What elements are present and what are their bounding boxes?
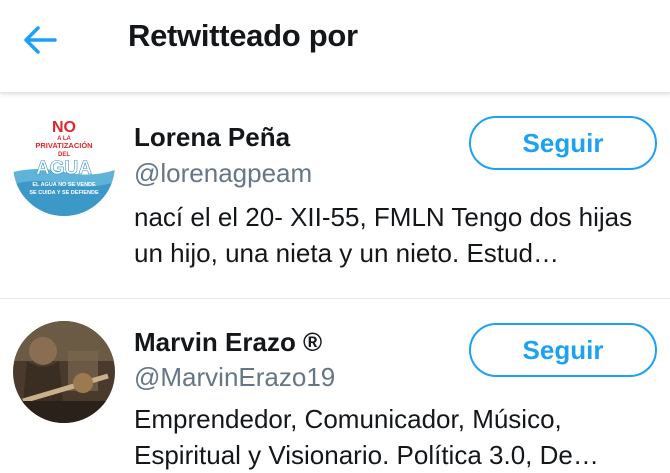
back-button[interactable] (20, 22, 60, 58)
user-handle[interactable]: @MarvinErazo19 (134, 362, 335, 393)
svg-text:EL AGUA NO SE VENDE: EL AGUA NO SE VENDE (32, 182, 96, 188)
follow-button[interactable]: Seguir (469, 116, 657, 170)
user-handle[interactable]: @lorenagpeam (134, 158, 312, 189)
avatar[interactable] (13, 321, 115, 423)
follow-button[interactable]: Seguir (469, 323, 657, 377)
avatar-image: NO A LA PRIVATIZACIÓN DEL AGUA EL AGUA N… (13, 114, 115, 216)
avatar-image (13, 321, 115, 423)
user-list-item[interactable]: NO A LA PRIVATIZACIÓN DEL AGUA EL AGUA N… (0, 94, 670, 299)
svg-text:NO: NO (52, 119, 76, 136)
user-name[interactable]: Marvin Erazo ® (134, 327, 322, 358)
svg-text:SE CUIDA Y SE DEFIENDE: SE CUIDA Y SE DEFIENDE (29, 190, 99, 196)
avatar[interactable]: NO A LA PRIVATIZACIÓN DEL AGUA EL AGUA N… (13, 114, 115, 216)
svg-text:PRIVATIZACIÓN: PRIVATIZACIÓN (35, 141, 92, 150)
top-bar: Retwitteado por (0, 0, 670, 93)
user-list-item[interactable]: Marvin Erazo ® @MarvinErazo19 Emprendedo… (0, 299, 670, 470)
user-bio: Emprendedor, Comunicador, Músico, Espiri… (134, 404, 599, 470)
svg-text:AGUA: AGUA (36, 158, 92, 179)
user-name[interactable]: Lorena Peña (134, 122, 290, 153)
page-title: Retwitteado por (128, 18, 358, 53)
arrow-left-icon (24, 26, 57, 54)
user-bio: nací el el 20- XII-55, FMLN Tengo dos hi… (134, 202, 633, 268)
